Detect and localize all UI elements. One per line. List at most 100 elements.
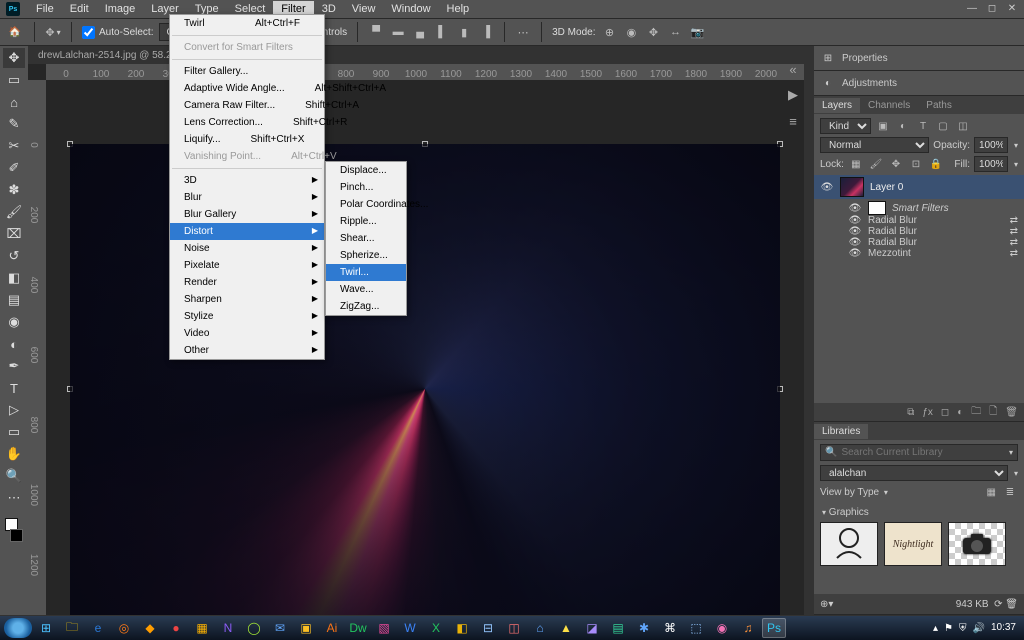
visibility-icon[interactable]: 👁 — [820, 182, 834, 193]
visibility-icon[interactable]: 👁 — [848, 215, 862, 226]
filter-shape-icon[interactable]: ▢ — [935, 118, 951, 134]
brush-tool[interactable]: 🖌 — [3, 202, 25, 222]
list-view-icon[interactable]: ≣ — [1002, 484, 1018, 500]
menu-item-pinch[interactable]: Pinch... — [326, 179, 406, 196]
filter-adjust-icon[interactable]: ◐ — [895, 118, 911, 134]
menu-group-render[interactable]: Render▶ — [170, 274, 324, 291]
lasso-tool[interactable]: ⌂ — [3, 92, 25, 112]
lock-artboard-icon[interactable]: ⊡ — [908, 156, 924, 172]
menu-item-filter-gallery[interactable]: Filter Gallery... — [170, 63, 324, 80]
taskbar-app[interactable]: X — [424, 618, 448, 638]
layer-filter-kind[interactable]: Kind — [820, 118, 871, 134]
filter-options-icon[interactable]: ⇄ — [1010, 248, 1018, 259]
taskbar-app[interactable]: ▧ — [372, 618, 396, 638]
link-layers-icon[interactable]: ⧉ — [907, 407, 914, 418]
menu-file[interactable]: File — [28, 1, 62, 17]
window-minimize-icon[interactable]: — — [966, 2, 978, 14]
move-tool-preset-icon[interactable]: ✥▾ — [45, 24, 61, 40]
visibility-icon[interactable]: 👁 — [848, 237, 862, 248]
tab-channels[interactable]: Channels — [860, 98, 918, 113]
3d-pan-icon[interactable]: ✥ — [645, 24, 661, 40]
menu-item-polar[interactable]: Polar Coordinates... — [326, 196, 406, 213]
dodge-tool[interactable]: ◐ — [3, 334, 25, 354]
layer-row-layer0[interactable]: 👁 Layer 0 — [814, 175, 1024, 199]
menu-group-blur-gallery[interactable]: Blur Gallery▶ — [170, 206, 324, 223]
transform-handle[interactable] — [67, 141, 73, 147]
menu-item-lens-correction[interactable]: Lens Correction...Shift+Ctrl+R — [170, 114, 324, 131]
taskbar-app[interactable]: W — [398, 618, 422, 638]
taskbar-app[interactable]: e — [86, 618, 110, 638]
properties-panel-header[interactable]: ⊞ Properties — [814, 46, 1024, 71]
mask-icon[interactable]: ◻ — [941, 407, 949, 418]
menu-item-adaptive-wide[interactable]: Adaptive Wide Angle...Alt+Shift+Ctrl+A — [170, 80, 324, 97]
window-restore-icon[interactable]: ◻ — [986, 2, 998, 14]
taskbar-app[interactable]: ⌂ — [528, 618, 552, 638]
transform-handle[interactable] — [67, 386, 73, 392]
taskbar-app[interactable]: ⊞ — [34, 618, 58, 638]
taskbar-app[interactable]: ✱ — [632, 618, 656, 638]
taskbar-app[interactable]: ◉ — [710, 618, 734, 638]
history-brush-tool[interactable]: ↺ — [3, 246, 25, 266]
eyedropper-tool[interactable]: ✐ — [3, 158, 25, 178]
edit-toolbar[interactable]: ⋯ — [3, 488, 25, 508]
menu-item-ripple[interactable]: Ripple... — [326, 213, 406, 230]
smart-filter-mask[interactable] — [868, 201, 886, 215]
lock-transparent-icon[interactable]: ▦ — [848, 156, 864, 172]
healing-brush-tool[interactable]: ✽ — [3, 180, 25, 200]
adjustments-panel-header[interactable]: ◐ Adjustments — [814, 71, 1024, 96]
menu-item-wave[interactable]: Wave... — [326, 281, 406, 298]
menu-group-video[interactable]: Video▶ — [170, 325, 324, 342]
transform-handle[interactable] — [777, 386, 783, 392]
filter-image-icon[interactable]: ▣ — [875, 118, 891, 134]
viewby-label[interactable]: View by Type — [820, 487, 879, 498]
align-left-icon[interactable]: ▌ — [434, 24, 450, 40]
opacity-input[interactable] — [974, 137, 1008, 153]
gradient-tool[interactable]: ▤ — [3, 290, 25, 310]
align-bottom-icon[interactable]: ▄ — [412, 24, 428, 40]
library-select[interactable]: alalchan — [820, 465, 1008, 481]
taskbar-app[interactable]: ▦ — [190, 618, 214, 638]
library-asset[interactable]: Nightlight — [884, 522, 942, 566]
auto-select-checkbox[interactable]: Auto-Select: — [82, 26, 153, 39]
tray-icon[interactable]: 🔊 — [973, 623, 985, 634]
menu-view[interactable]: View — [344, 1, 384, 17]
library-search-input[interactable] — [841, 447, 1003, 458]
taskbar-app[interactable]: ⊟ — [476, 618, 500, 638]
menu-group-noise[interactable]: Noise▶ — [170, 240, 324, 257]
menu-group-pixelate[interactable]: Pixelate▶ — [170, 257, 324, 274]
filter-entry[interactable]: 👁Mezzotint⇄ — [820, 248, 1018, 259]
tab-libraries[interactable]: Libraries — [814, 424, 868, 439]
taskbar-app[interactable]: ◯ — [242, 618, 266, 638]
taskbar-app[interactable]: ◆ — [138, 618, 162, 638]
delete-layer-icon[interactable]: 🗑 — [1005, 407, 1018, 418]
menu-group-sharpen[interactable]: Sharpen▶ — [170, 291, 324, 308]
lock-image-icon[interactable]: 🖌 — [868, 156, 884, 172]
transform-handle[interactable] — [777, 141, 783, 147]
library-section-label[interactable]: Graphics — [829, 507, 869, 518]
marquee-tool[interactable]: ▭ — [3, 70, 25, 90]
filter-smart-icon[interactable]: ◫ — [955, 118, 971, 134]
taskbar-app[interactable]: ▲ — [554, 618, 578, 638]
move-tool[interactable]: ✥ — [3, 48, 25, 68]
fx-icon[interactable]: ƒx — [922, 407, 933, 418]
fill-input[interactable] — [974, 156, 1008, 172]
collapse-panels-icon[interactable]: « — [784, 60, 802, 78]
smart-filters-row[interactable]: 👁 Smart Filters — [820, 201, 1018, 215]
adjustment-layer-icon[interactable]: ◐ — [957, 407, 963, 418]
crop-tool[interactable]: ✂ — [3, 136, 25, 156]
menu-edit[interactable]: Edit — [62, 1, 97, 17]
taskbar-app[interactable]: ◪ — [580, 618, 604, 638]
group-icon[interactable]: 🗀 — [971, 404, 981, 421]
taskbar-app-photoshop[interactable]: Ps — [762, 618, 786, 638]
menu-item-spherize[interactable]: Spherize... — [326, 247, 406, 264]
actions-icon[interactable]: ≡ — [784, 112, 802, 130]
taskbar-app[interactable]: ⬚ — [684, 618, 708, 638]
taskbar-app[interactable]: ⌘ — [658, 618, 682, 638]
filter-entry[interactable]: 👁Radial Blur⇄ — [820, 237, 1018, 248]
blend-mode-select[interactable]: Normal — [820, 137, 929, 153]
menu-item-shear[interactable]: Shear... — [326, 230, 406, 247]
3d-orbit-icon[interactable]: ⊕ — [601, 24, 617, 40]
visibility-icon[interactable]: 👁 — [848, 203, 862, 214]
delete-asset-icon[interactable]: 🗑 — [1005, 599, 1018, 610]
quick-select-tool[interactable]: ✎ — [3, 114, 25, 134]
